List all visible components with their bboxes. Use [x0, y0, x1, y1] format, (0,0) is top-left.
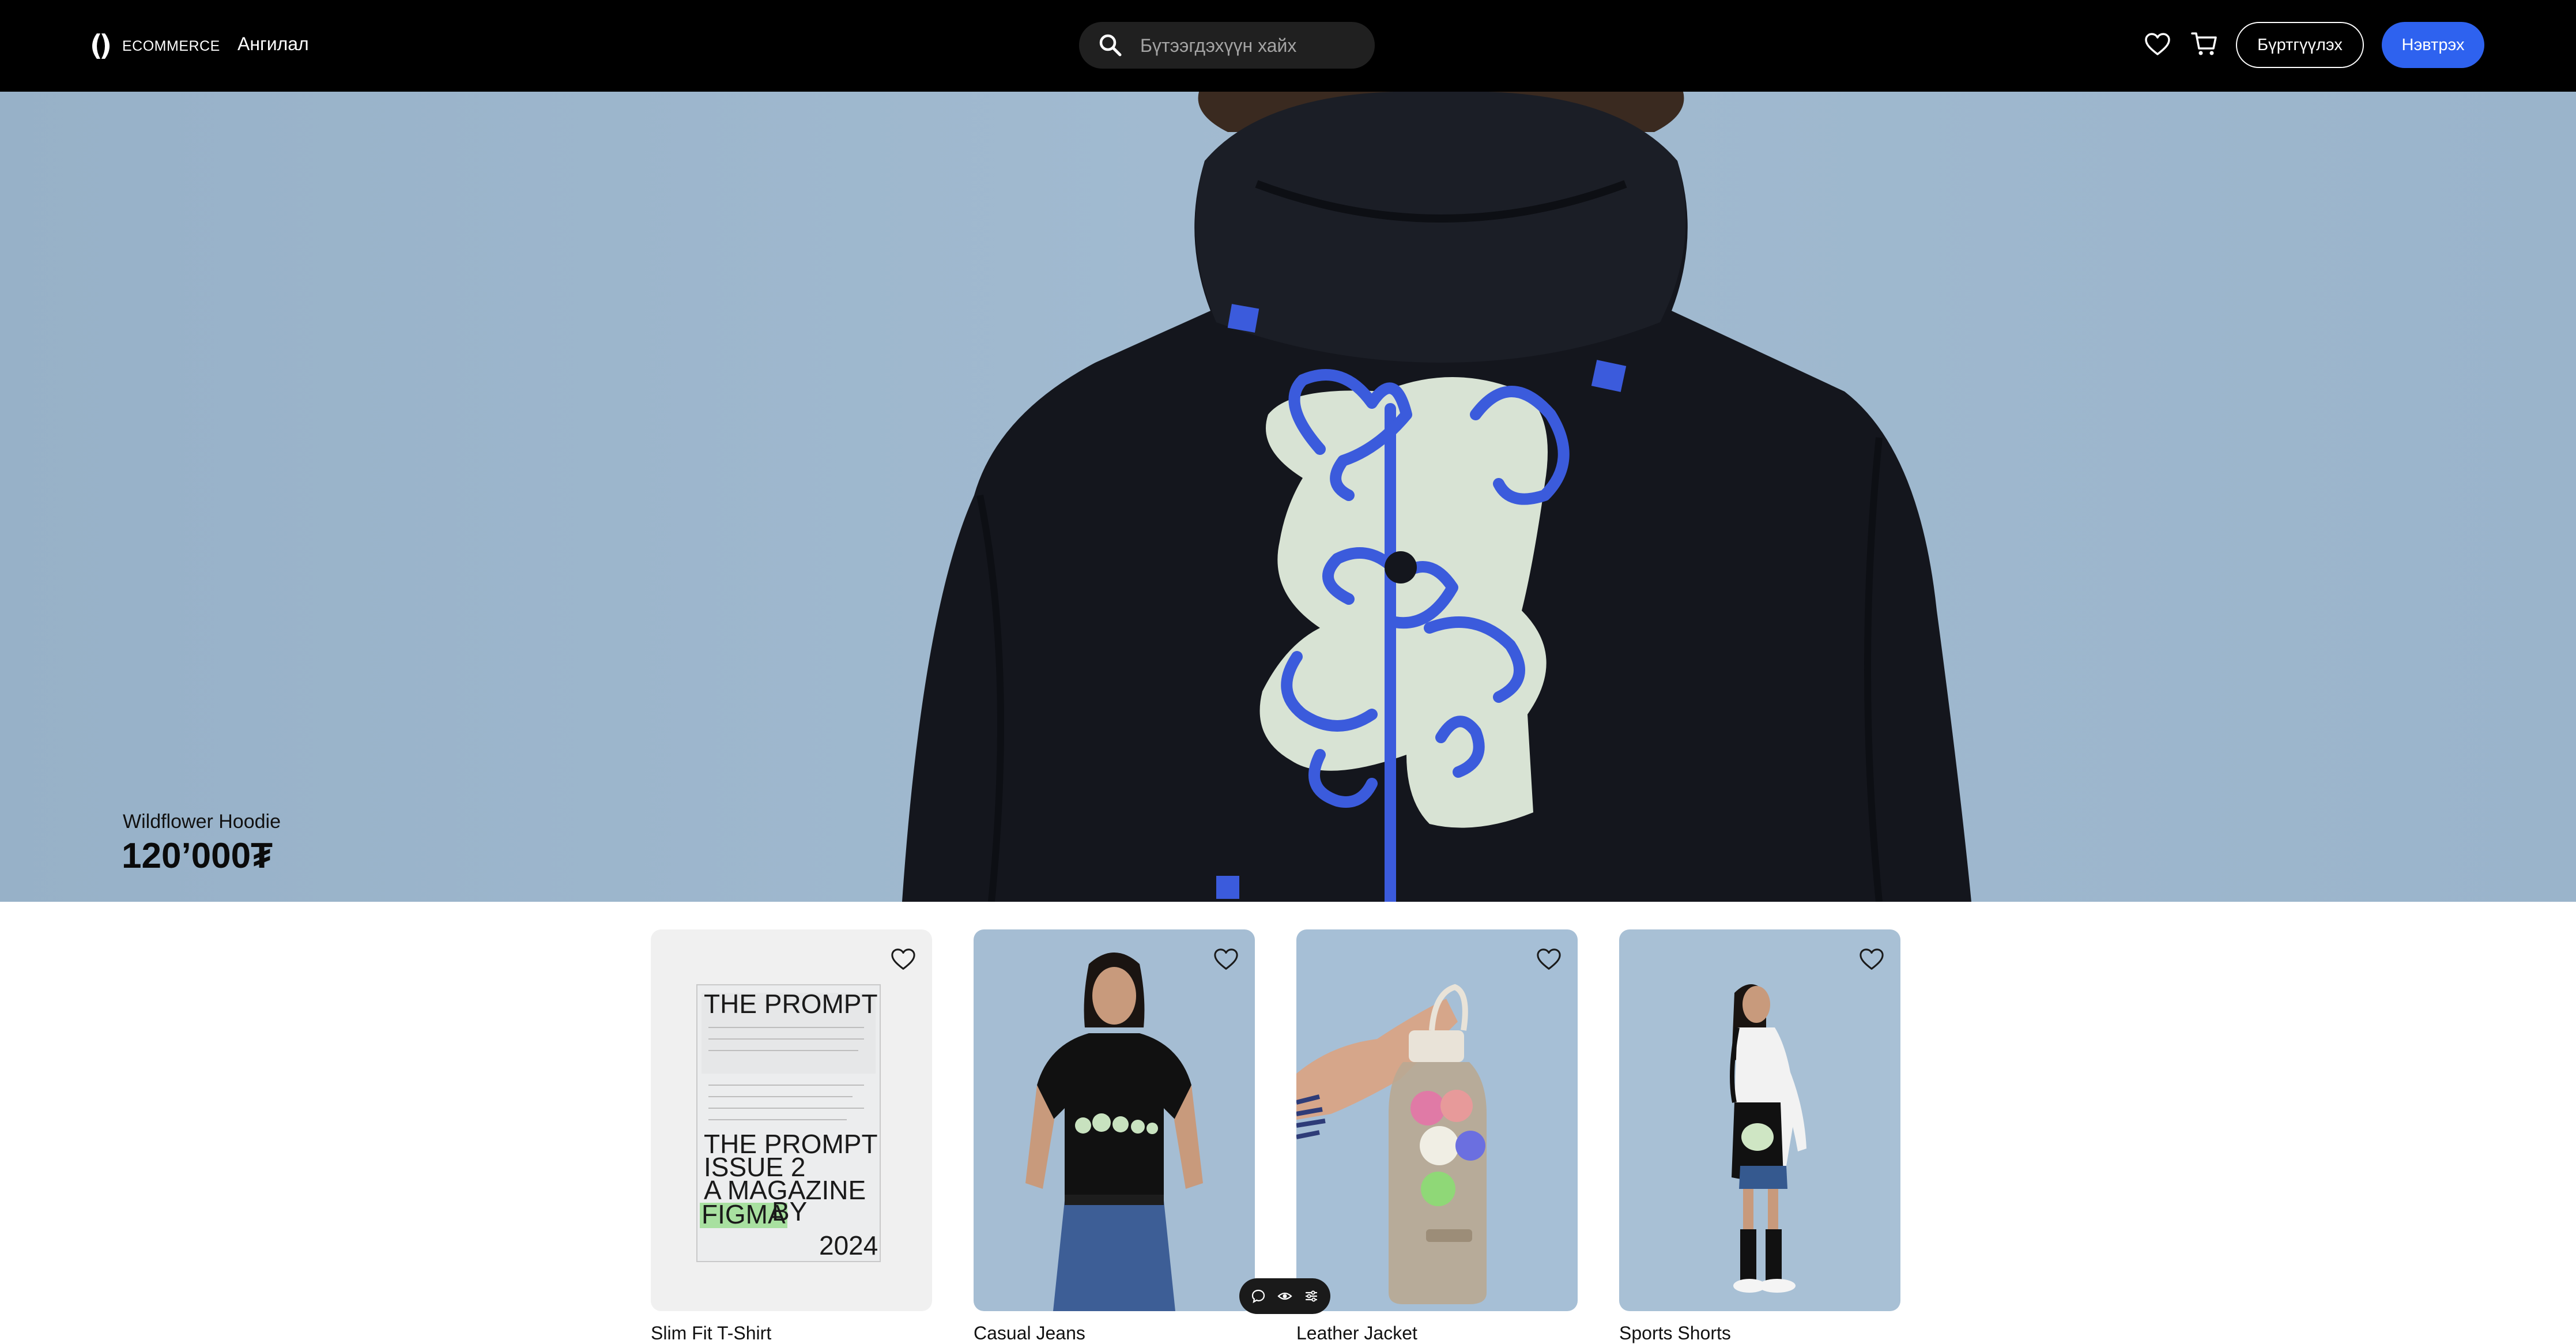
settings-icon[interactable] — [1304, 1289, 1319, 1304]
comment-icon[interactable] — [1251, 1289, 1266, 1304]
search-icon — [1099, 34, 1122, 57]
floating-toolbar — [1239, 1278, 1330, 1314]
heart-icon[interactable] — [891, 947, 916, 972]
cart-icon[interactable] — [2190, 30, 2218, 58]
top-nav: ECOMMERCE Ангилал Бүртгүүлэх Нэвтрэх — [0, 0, 2576, 92]
hero-image — [0, 92, 2576, 902]
product-name[interactable]: Sports Shorts — [1619, 1323, 1731, 1344]
heart-icon[interactable] — [1859, 947, 1884, 972]
product-grid: THE PROMPT THE PROMPT ISSUE 2 A MAGAZINE… — [0, 902, 2576, 1344]
product-image[interactable] — [1296, 929, 1578, 1311]
heart-icon[interactable] — [1213, 947, 1239, 972]
search-bar[interactable] — [1079, 22, 1375, 70]
heart-icon[interactable] — [1536, 947, 1562, 972]
hero-banner[interactable]: Wildflower Hoodie 120’000₮ — [0, 92, 2576, 902]
hero-product-price: 120’000₮ — [122, 836, 273, 876]
eye-icon[interactable] — [1277, 1289, 1292, 1304]
magazine-line-6: 2024 — [819, 1230, 878, 1260]
tshirt-model-image — [974, 929, 1255, 1311]
product-image[interactable]: THE PROMPT THE PROMPT ISSUE 2 A MAGAZINE… — [651, 929, 932, 1311]
heart-icon[interactable] — [2144, 31, 2171, 58]
water-bottle-image — [1296, 929, 1578, 1311]
hero-product-name[interactable]: Wildflower Hoodie — [123, 811, 281, 833]
magazine-line-5: FIGMA — [701, 1199, 786, 1229]
magazine-image: THE PROMPT THE PROMPT ISSUE 2 A MAGAZINE… — [651, 929, 932, 1311]
magazine-top-title: THE PROMPT — [704, 989, 878, 1019]
tote-bag-model-image — [1619, 929, 1900, 1311]
category-link[interactable]: Ангилал — [237, 33, 309, 55]
register-button[interactable]: Бүртгүүлэх — [2236, 22, 2364, 68]
product-image[interactable] — [1619, 929, 1900, 1311]
logo-icon — [92, 33, 110, 59]
product-name[interactable]: Leather Jacket — [1296, 1323, 1417, 1344]
login-button[interactable]: Нэвтрэх — [2382, 22, 2484, 68]
product-name[interactable]: Slim Fit T-Shirt — [651, 1323, 771, 1344]
search-input[interactable] — [1139, 22, 1366, 70]
logo-text: ECOMMERCE — [122, 37, 220, 54]
logo[interactable]: ECOMMERCE — [85, 31, 220, 61]
product-name[interactable]: Casual Jeans — [974, 1323, 1085, 1344]
product-image[interactable] — [974, 929, 1255, 1311]
